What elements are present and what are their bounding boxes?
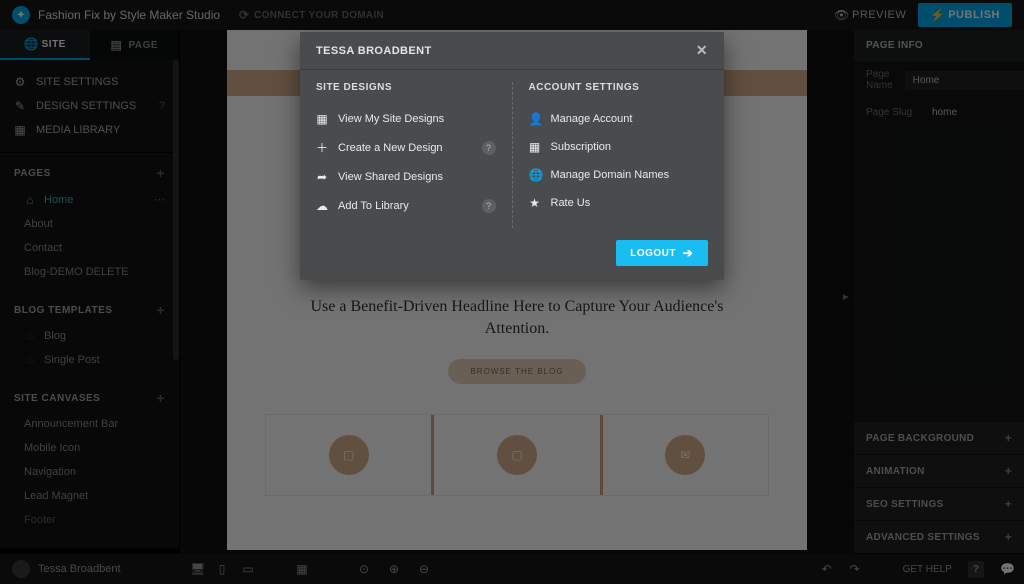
logout-button[interactable]: LOGOUT ➔ [616, 240, 708, 266]
close-icon[interactable]: ✕ [696, 42, 708, 59]
modal-title: TESSA BROADBENT [316, 45, 432, 57]
modal-col-site-designs: SITE DESIGNS ▦ View My Site Designs ＋ Crea… [300, 82, 513, 228]
add-to-library[interactable]: ☁ Add To Library? [316, 191, 496, 221]
modal-col-account-settings: ACCOUNT SETTINGS 👤 Manage Account ▦ Subscr… [513, 82, 725, 228]
manage-domains[interactable]: 🌐 Manage Domain Names [529, 161, 709, 189]
logout-label: LOGOUT [630, 248, 676, 259]
item-label: Manage Domain Names [551, 169, 670, 181]
view-my-site-designs[interactable]: ▦ View My Site Designs [316, 105, 496, 133]
modal-footer: LOGOUT ➔ [300, 240, 724, 280]
subscription[interactable]: ▦ Subscription [529, 133, 709, 161]
globe-icon: 🌐 [529, 169, 541, 181]
item-label: Create a New Design [338, 142, 443, 154]
view-shared-designs[interactable]: ➦ View Shared Designs [316, 163, 496, 191]
cloud-icon: ☁ [316, 200, 328, 212]
arrow-right-icon: ➔ [682, 247, 694, 259]
help-icon[interactable]: ? [482, 141, 496, 155]
modal-body: SITE DESIGNS ▦ View My Site Designs ＋ Crea… [300, 70, 724, 240]
calendar-icon: ▦ [529, 141, 541, 153]
plus-icon: ＋ [316, 142, 328, 154]
grid-icon: ▦ [316, 113, 328, 125]
account-settings-title: ACCOUNT SETTINGS [529, 82, 709, 93]
account-modal: TESSA BROADBENT ✕ SITE DESIGNS ▦ View My … [300, 32, 724, 280]
item-label: View Shared Designs [338, 171, 443, 183]
manage-account[interactable]: 👤 Manage Account [529, 105, 709, 133]
create-new-design[interactable]: ＋ Create a New Design? [316, 133, 496, 163]
rate-us[interactable]: ★ Rate Us [529, 189, 709, 217]
help-icon[interactable]: ? [482, 199, 496, 213]
item-label: Subscription [551, 141, 612, 153]
item-label: View My Site Designs [338, 113, 444, 125]
share-icon: ➦ [316, 171, 328, 183]
site-designs-title: SITE DESIGNS [316, 82, 496, 93]
item-label: Manage Account [551, 113, 633, 125]
item-label: Add To Library [338, 200, 409, 212]
modal-header: TESSA BROADBENT ✕ [300, 32, 724, 70]
person-icon: 👤 [529, 113, 541, 125]
item-label: Rate Us [551, 197, 591, 209]
star-icon: ★ [529, 197, 541, 209]
